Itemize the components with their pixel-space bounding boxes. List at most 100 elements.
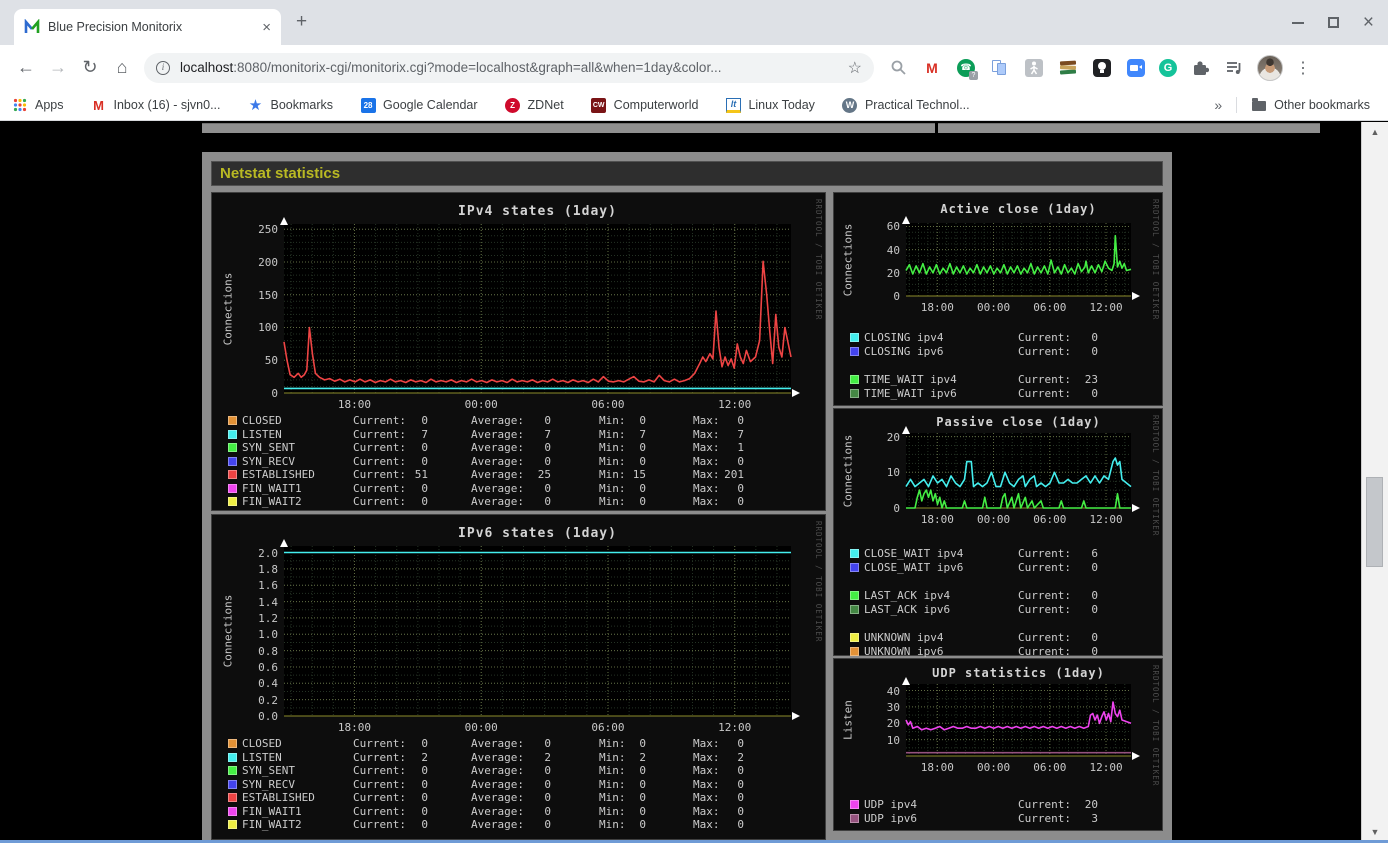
legend-label: UNKNOWN ipv4 [864, 631, 944, 644]
graph-panel-ipv6-states[interactable]: RRDTOOL / TOBI OETIKER IPv6 states (1day)… [211, 514, 826, 840]
apps-grid-icon [12, 97, 28, 113]
bookmark-apps[interactable]: Apps [12, 97, 64, 113]
grammarly-extension-icon[interactable]: G [1159, 58, 1177, 77]
legend-label: CLOSED [242, 414, 282, 427]
legend-swatch [850, 800, 859, 809]
legend-stat-value: 0 [544, 777, 551, 791]
legend-stat-value: 201 [724, 468, 744, 481]
legend-swatch [228, 806, 237, 816]
profile-avatar[interactable] [1257, 54, 1283, 81]
browser-menu-icon[interactable]: ⋮ [1295, 58, 1311, 78]
bookmark-linux-today[interactable]: lt Linux Today [725, 97, 815, 113]
y-tick: 0 [271, 387, 278, 400]
legend-stat-value: 0 [639, 791, 646, 804]
bookmark-google-calendar[interactable]: 28 Google Calendar [360, 97, 478, 113]
scrollbar-thumb[interactable] [1366, 477, 1383, 567]
legend-swatch [228, 779, 237, 789]
scroll-down-icon[interactable]: ▼ [1362, 827, 1388, 837]
bookmark-computerworld[interactable]: CW Computerworld [591, 97, 698, 113]
new-tab-button[interactable]: + [296, 11, 307, 33]
window-close-button[interactable]: × [1363, 13, 1374, 32]
page-info-icon[interactable]: i [156, 60, 170, 75]
reload-button[interactable]: ↻ [74, 57, 106, 78]
legend-stat-value: 0 [421, 791, 428, 804]
address-bar[interactable]: i localhost:8080/monitorix-cgi/monitorix… [144, 52, 874, 83]
legend-stat-value: 0 [1091, 560, 1098, 574]
legend-stat-value: 0 [1091, 602, 1098, 616]
legend-label: ESTABLISHED [242, 791, 315, 804]
copy-pages-extension-icon[interactable] [989, 57, 1011, 79]
legend-stat-value: 0 [544, 481, 551, 495]
y-tick: 50 [264, 354, 278, 368]
zoom-extension-icon[interactable] [1125, 57, 1147, 79]
voice-extension-icon[interactable]: ☎? [955, 57, 978, 80]
y-tick: 0.8 [258, 644, 278, 658]
y-axis-label: Connections [221, 594, 235, 668]
y-axis-label: Listen [841, 700, 855, 740]
legend-label: FIN_WAIT2 [242, 818, 302, 831]
y-tick: 1.6 [258, 579, 278, 593]
legend-row: UDP ipv4 Current: 20 [834, 798, 1162, 812]
previous-section-edge [938, 123, 1320, 133]
bookmark-label: Google Calendar [383, 98, 478, 112]
extensions-puzzle-icon[interactable] [1189, 57, 1211, 79]
graph-panel-ipv4-states[interactable]: RRDTOOL / TOBI OETIKER IPv4 states (1day)… [211, 192, 826, 511]
legend-stat-value: 0 [639, 764, 646, 777]
maximize-button[interactable] [1327, 17, 1339, 28]
keep-extension-icon[interactable] [1091, 57, 1113, 79]
home-button[interactable]: ⌂ [106, 57, 138, 78]
legend-stat-value: 0 [639, 495, 646, 508]
scrollbar[interactable]: ▲ ▼ [1361, 122, 1388, 843]
monitorix-favicon-icon [24, 19, 40, 33]
accessibility-extension-icon[interactable] [1023, 57, 1045, 79]
y-tick: 250 [258, 223, 278, 237]
legend-row: LAST_ACK ipv4 Current: 0 [834, 589, 1162, 603]
legend-label: SYN_SENT [242, 764, 295, 777]
bookmark-bookmarks[interactable]: ★ Bookmarks [248, 97, 333, 114]
zdnet-icon: Z [505, 97, 521, 113]
y-tick: 0 [893, 502, 900, 515]
legend-stat-value: 0 [421, 441, 428, 454]
y-tick: 10 [886, 466, 900, 480]
search-extension-icon[interactable] [887, 57, 909, 79]
legend-label: LAST_ACK ipv6 [864, 602, 951, 616]
graph-panel-passive-close[interactable]: RRDTOOL / TOBI OETIKER Passive close (1da… [833, 408, 1163, 659]
tab-close-icon[interactable]: × [262, 19, 271, 36]
graph-panel-udp-statistics[interactable]: RRDTOOL / TOBI OETIKER UDP statistics (1d… [833, 658, 1163, 831]
bookmarks-overflow-button[interactable]: » [1214, 97, 1222, 113]
y-tick: 0.2 [258, 693, 278, 707]
minimize-button[interactable] [1291, 21, 1304, 24]
back-button[interactable]: ← [10, 57, 42, 78]
y-tick: 1.2 [258, 611, 278, 625]
other-bookmarks-button[interactable]: Other bookmarks [1251, 97, 1370, 113]
legend-stat-value: 0 [544, 764, 551, 777]
bookmark-inbox[interactable]: M Inbox (16) - sjvn0... [91, 97, 220, 113]
legend-label: TIME_WAIT ipv6 [864, 386, 957, 400]
playlist-extension-icon[interactable] [1223, 57, 1245, 79]
legend-row: UNKNOWN ipv6 Current: 0 [834, 645, 1162, 659]
legend-swatch [850, 549, 859, 558]
browser-tab[interactable]: Blue Precision Monitorix × [14, 9, 281, 45]
x-tick: 06:00 [591, 721, 625, 734]
forward-button[interactable]: → [42, 57, 74, 78]
legend-stat-value: 23 [1084, 373, 1098, 386]
page-content: Netstat statistics RRDTOOL / TOBI OETIKE… [0, 122, 1388, 843]
legend-swatch [850, 591, 859, 600]
scroll-up-icon[interactable]: ▲ [1362, 127, 1388, 137]
books-extension-icon[interactable] [1057, 57, 1079, 79]
legend-row: CLOSED Current: 0 Average: 0 Min: 0 Max: 0 [212, 414, 825, 428]
bookmark-practical-technology[interactable]: W Practical Technol... [842, 97, 970, 113]
bookmark-star-icon[interactable]: ☆ [848, 58, 862, 78]
graph-panel-active-close[interactable]: RRDTOOL / TOBI OETIKER Active close (1day… [833, 192, 1163, 406]
legend-row: CLOSING ipv6 Current: 0 [834, 345, 1162, 359]
legend-row: CLOSING ipv4 Current: 0 [834, 331, 1162, 345]
legend-stat-value: 0 [737, 818, 744, 831]
bookmark-zdnet[interactable]: Z ZDNet [505, 97, 564, 113]
legend-stat-value: 0 [421, 495, 428, 508]
legend-label: FIN_WAIT1 [242, 481, 302, 495]
gmail-extension-icon[interactable]: M [921, 57, 943, 79]
legend-row: CLOSE_WAIT ipv4 Current: 6 [834, 547, 1162, 561]
plot-area [902, 677, 1140, 760]
legend-label: TIME_WAIT ipv4 [864, 373, 957, 386]
legend-label: UDP ipv6 [864, 811, 917, 825]
